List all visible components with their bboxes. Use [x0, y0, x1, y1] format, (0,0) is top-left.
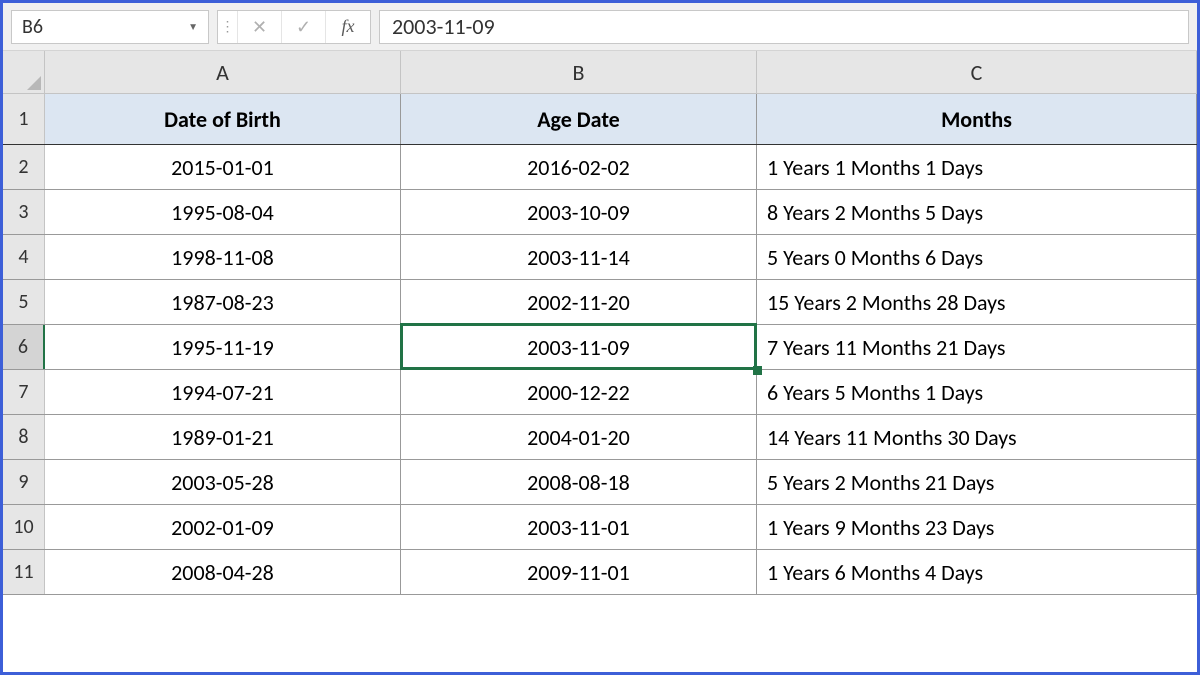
table-row: 2 2015-01-01 2016-02-02 1 Years 1 Months… [3, 145, 1197, 190]
col-header-C[interactable]: C [757, 51, 1197, 93]
cell-A7[interactable]: 1994-07-21 [45, 370, 401, 414]
row-header-6[interactable]: 6 [3, 325, 45, 369]
row-header-4[interactable]: 4 [3, 235, 45, 279]
cell-A8[interactable]: 1989-01-21 [45, 415, 401, 459]
cell-C10[interactable]: 1 Years 9 Months 23 Days [757, 505, 1197, 549]
cell-A4[interactable]: 1998-11-08 [45, 235, 401, 279]
formula-input[interactable]: 2003-11-09 [379, 10, 1189, 44]
cell-B8[interactable]: 2004-01-20 [401, 415, 757, 459]
name-box-value: B6 [22, 15, 43, 39]
cancel-icon[interactable]: ✕ [238, 11, 282, 43]
name-box[interactable]: B6 ▼ [11, 10, 209, 44]
cell-B5[interactable]: 2002-11-20 [401, 280, 757, 324]
table-header-row: 1 Date of Birth Age Date Months [3, 94, 1197, 145]
table-row: 7 1994-07-21 2000-12-22 6 Years 5 Months… [3, 370, 1197, 415]
cell-C3[interactable]: 8 Years 2 Months 5 Days [757, 190, 1197, 234]
col-header-B[interactable]: B [401, 51, 757, 93]
enter-icon[interactable]: ✓ [282, 11, 326, 43]
cell-B7[interactable]: 2000-12-22 [401, 370, 757, 414]
row-header-5[interactable]: 5 [3, 280, 45, 324]
header-date-of-birth[interactable]: Date of Birth [45, 94, 401, 144]
cell-A6[interactable]: 1995-11-19 [45, 325, 401, 369]
cell-A11[interactable]: 2008-04-28 [45, 550, 401, 594]
fn-divider-icon: ⋮ [218, 11, 238, 43]
row-header-10[interactable]: 10 [3, 505, 45, 549]
cell-A10[interactable]: 2002-01-09 [45, 505, 401, 549]
table-row: 6 1995-11-19 2003-11-09 7 Years 11 Month… [3, 325, 1197, 370]
row-header-7[interactable]: 7 [3, 370, 45, 414]
table-row: 4 1998-11-08 2003-11-14 5 Years 0 Months… [3, 235, 1197, 280]
table-row: 8 1989-01-21 2004-01-20 14 Years 11 Mont… [3, 415, 1197, 460]
formula-bar: B6 ▼ ⋮ ✕ ✓ fx 2003-11-09 [3, 3, 1197, 51]
row-header-8[interactable]: 8 [3, 415, 45, 459]
cell-C6[interactable]: 7 Years 11 Months 21 Days [757, 325, 1197, 369]
header-age-date[interactable]: Age Date [401, 94, 757, 144]
cell-B6[interactable]: 2003-11-09 [401, 325, 757, 369]
cell-C11[interactable]: 1 Years 6 Months 4 Days [757, 550, 1197, 594]
cell-B2[interactable]: 2016-02-02 [401, 145, 757, 189]
table-row: 5 1987-08-23 2002-11-20 15 Years 2 Month… [3, 280, 1197, 325]
cell-B3[interactable]: 2003-10-09 [401, 190, 757, 234]
cell-B10[interactable]: 2003-11-01 [401, 505, 757, 549]
row-header-1[interactable]: 1 [3, 94, 45, 144]
cell-A2[interactable]: 2015-01-01 [45, 145, 401, 189]
formula-fn-buttons: ⋮ ✕ ✓ fx [217, 10, 371, 44]
fx-icon[interactable]: fx [326, 11, 370, 43]
cell-C8[interactable]: 14 Years 11 Months 30 Days [757, 415, 1197, 459]
cell-B11[interactable]: 2009-11-01 [401, 550, 757, 594]
cell-C7[interactable]: 6 Years 5 Months 1 Days [757, 370, 1197, 414]
cell-C4[interactable]: 5 Years 0 Months 6 Days [757, 235, 1197, 279]
cell-B9[interactable]: 2008-08-18 [401, 460, 757, 504]
cell-B4[interactable]: 2003-11-14 [401, 235, 757, 279]
row-header-9[interactable]: 9 [3, 460, 45, 504]
header-months[interactable]: Months [757, 94, 1197, 144]
formula-value: 2003-11-09 [392, 13, 495, 40]
cell-C2[interactable]: 1 Years 1 Months 1 Days [757, 145, 1197, 189]
cell-A3[interactable]: 1995-08-04 [45, 190, 401, 234]
name-box-dropdown-icon[interactable]: ▼ [188, 20, 198, 33]
cell-C5[interactable]: 15 Years 2 Months 28 Days [757, 280, 1197, 324]
col-header-A[interactable]: A [45, 51, 401, 93]
select-all-corner[interactable] [3, 51, 45, 93]
row-header-2[interactable]: 2 [3, 145, 45, 189]
table-row: 9 2003-05-28 2008-08-18 5 Years 2 Months… [3, 460, 1197, 505]
cell-A9[interactable]: 2003-05-28 [45, 460, 401, 504]
cell-C9[interactable]: 5 Years 2 Months 21 Days [757, 460, 1197, 504]
row-header-3[interactable]: 3 [3, 190, 45, 234]
table-row: 3 1995-08-04 2003-10-09 8 Years 2 Months… [3, 190, 1197, 235]
table-row: 10 2002-01-09 2003-11-01 1 Years 9 Month… [3, 505, 1197, 550]
sheet-area: A B C 1 Date of Birth Age Date Months 2 … [3, 51, 1197, 595]
table-row: 11 2008-04-28 2009-11-01 1 Years 6 Month… [3, 550, 1197, 595]
cell-A5[interactable]: 1987-08-23 [45, 280, 401, 324]
column-headers: A B C [3, 51, 1197, 94]
row-header-11[interactable]: 11 [3, 550, 45, 594]
